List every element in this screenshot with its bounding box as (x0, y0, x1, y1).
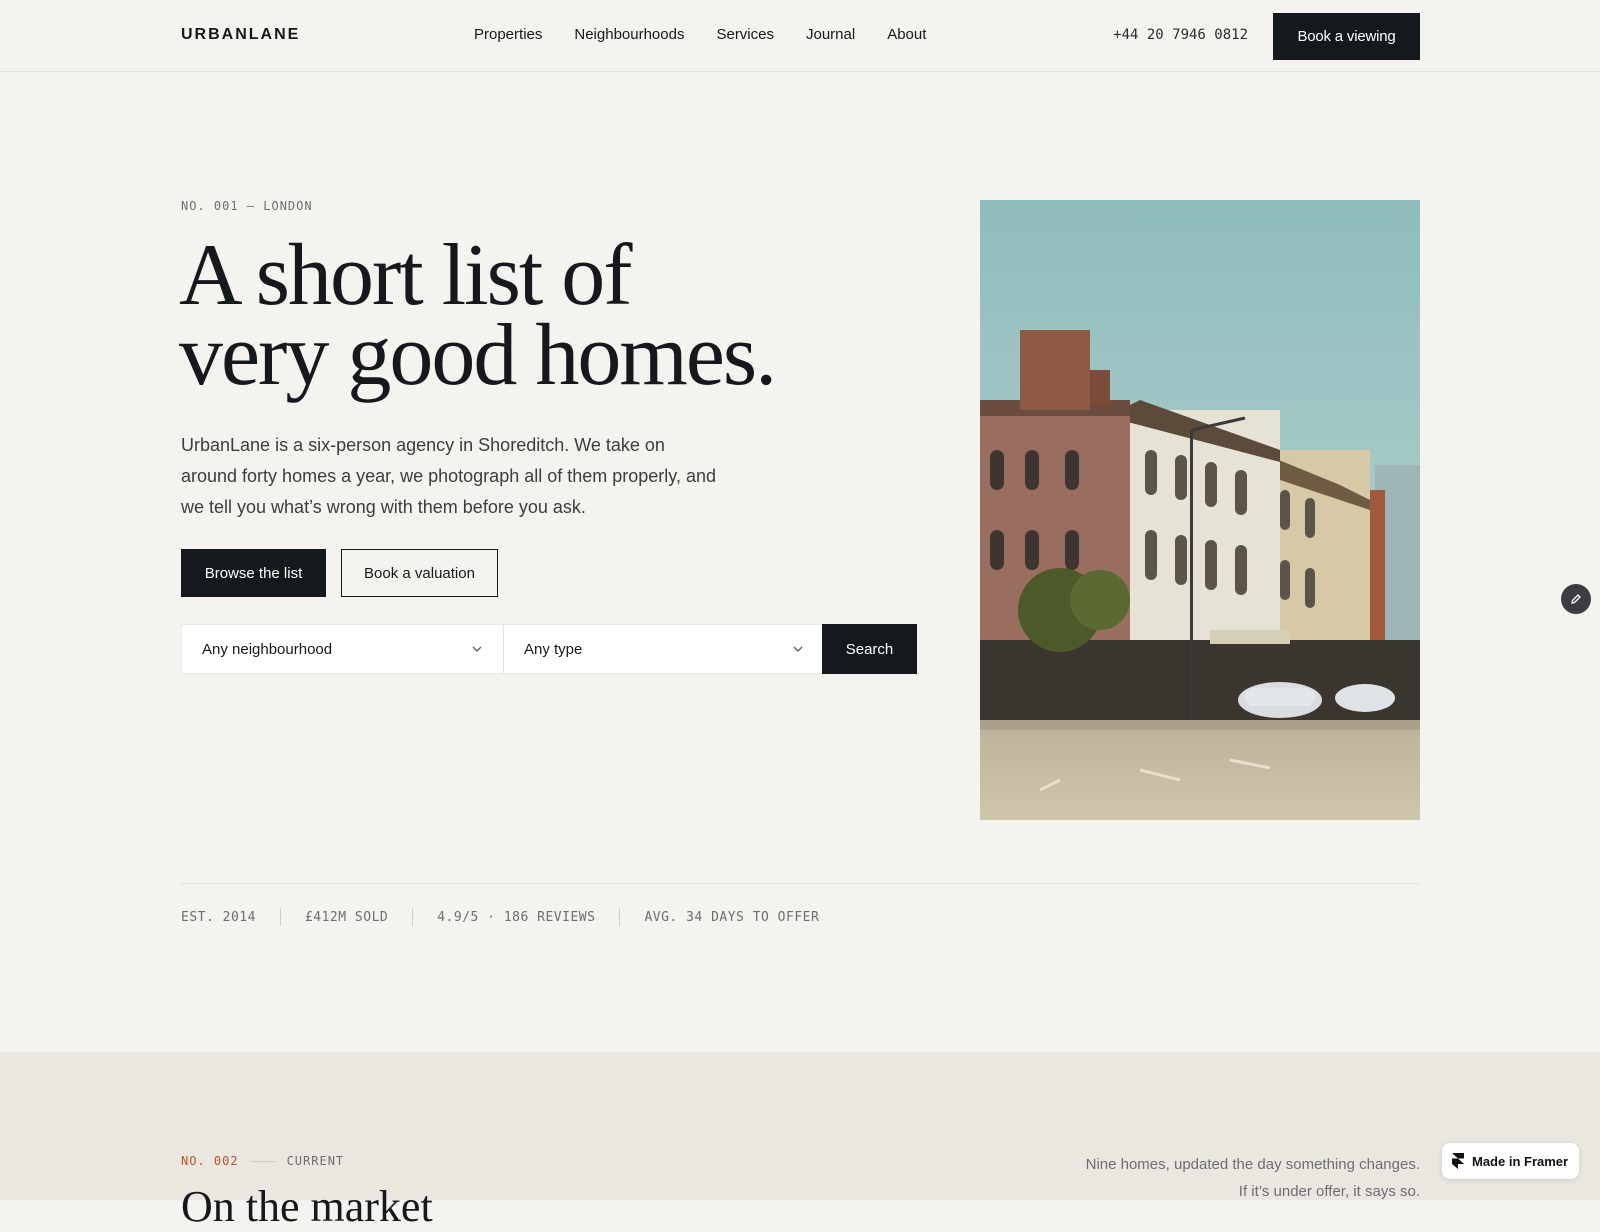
section-label: CURRENT (286, 1154, 345, 1168)
type-select[interactable]: Any type (503, 625, 824, 673)
stat-sold: £412M SOLD (304, 909, 389, 925)
current-listings-section: NO. 002 CURRENT On the market Nine homes… (0, 1052, 1600, 1231)
hero-title: A short list of very good homes. (179, 227, 879, 404)
neighbourhood-select[interactable]: Any neighbourhood (182, 625, 503, 673)
section-note-line-1: Nine homes, updated the day something ch… (1085, 1156, 1420, 1173)
section-title: On the market (181, 1182, 433, 1231)
badge-label: Made in Framer (1472, 1153, 1569, 1169)
hero-title-line-1: A short list of (179, 227, 633, 324)
hero-title-line-2: very good homes. (179, 307, 777, 404)
search-button[interactable]: Search (822, 624, 917, 674)
hero-description: UrbanLane is a six-person agency in Shor… (181, 435, 716, 517)
property-search: Any neighbourhood Any type Search (181, 624, 917, 674)
stat-separator (279, 908, 281, 926)
site-header: URBANLANE Properties Neighbourhoods Serv… (0, 0, 1600, 72)
nav-properties[interactable]: Properties (474, 26, 542, 43)
type-select-value: Any type (524, 640, 583, 658)
pencil-icon (1571, 594, 1581, 604)
logo[interactable]: URBANLANE (181, 26, 300, 44)
stats-divider (181, 883, 1420, 884)
section-note-line-2: If it’s under offer, it says so. (1238, 1183, 1420, 1200)
hero-eyebrow: NO. 001 — LONDON (181, 199, 313, 213)
section-number: NO. 002 (181, 1154, 239, 1168)
browse-list-button[interactable]: Browse the list (181, 549, 326, 597)
made-in-framer-badge[interactable]: Made in Framer (1442, 1143, 1579, 1179)
book-valuation-button[interactable]: Book a valuation (341, 549, 498, 597)
section-eyebrow: NO. 002 CURRENT (181, 1154, 344, 1168)
main-nav: Properties Neighbourhoods Services Journ… (474, 26, 926, 43)
chevron-down-icon (793, 646, 803, 652)
hero-street-photo (980, 200, 1420, 820)
stats-bar: EST. 2014 £412M SOLD 4.9/5 · 186 REVIEWS… (181, 908, 819, 926)
stat-established: EST. 2014 (181, 909, 256, 925)
book-viewing-button[interactable]: Book a viewing (1273, 13, 1420, 60)
section-note: Nine homes, updated the day something ch… (1086, 1151, 1420, 1205)
edit-button[interactable] (1561, 584, 1591, 614)
eyebrow-rule (250, 1160, 275, 1162)
nav-neighbourhoods[interactable]: Neighbourhoods (574, 26, 684, 43)
nav-services[interactable]: Services (716, 26, 774, 43)
framer-logo-icon (1452, 1153, 1464, 1169)
stat-days-to-offer: AVG. 34 DAYS TO OFFER (644, 909, 820, 925)
chevron-down-icon (472, 646, 482, 652)
stat-separator (412, 908, 414, 926)
nav-about[interactable]: About (887, 26, 926, 43)
neighbourhood-select-value: Any neighbourhood (202, 640, 333, 658)
nav-journal[interactable]: Journal (806, 26, 855, 43)
phone-number[interactable]: +44 20 7946 0812 (1113, 27, 1248, 43)
stat-separator (619, 908, 621, 926)
stat-reviews: 4.9/5 · 186 REVIEWS (437, 909, 596, 925)
street-photo-icon (980, 200, 1420, 820)
